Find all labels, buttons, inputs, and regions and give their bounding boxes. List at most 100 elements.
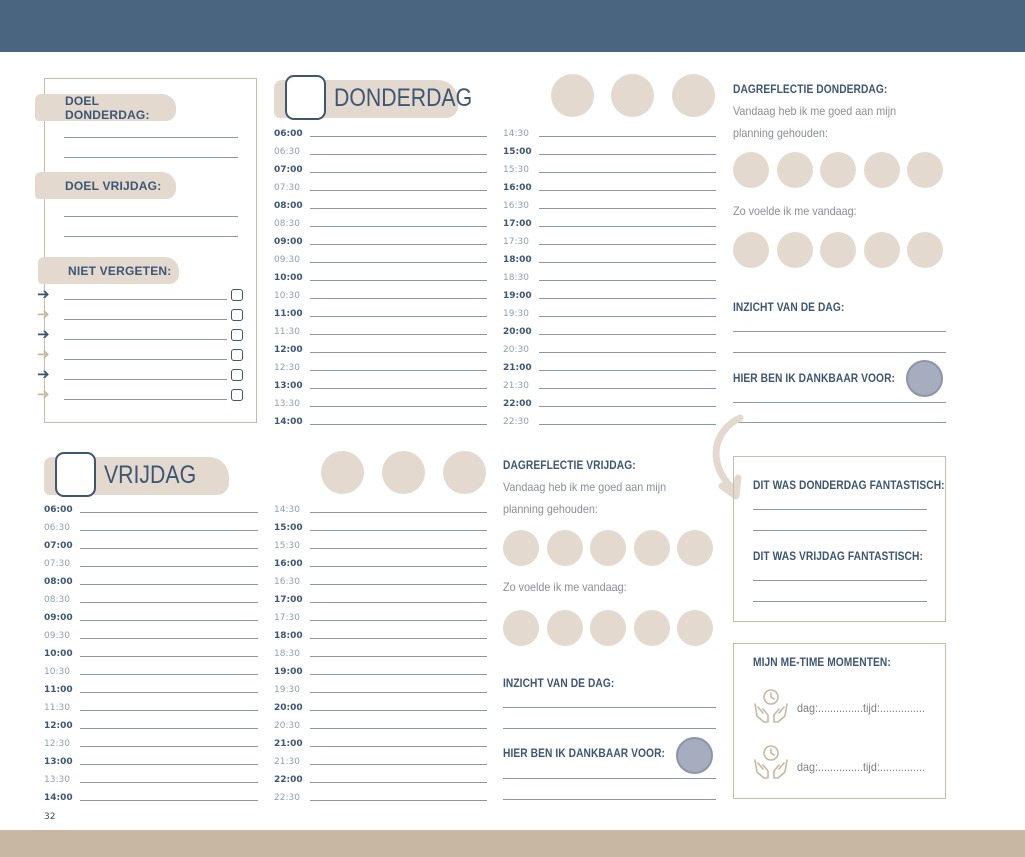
- todo-line[interactable]: [64, 319, 227, 320]
- friday-planning-rating-circle[interactable]: [677, 530, 713, 566]
- friday-planning-rating-circle[interactable]: [546, 530, 583, 566]
- thursday-time-row[interactable]: 15:00: [503, 141, 716, 159]
- thursday-time-row[interactable]: 12:30: [274, 357, 487, 375]
- friday-time-row[interactable]: 21:30: [274, 751, 487, 769]
- friday-time-line[interactable]: [310, 548, 487, 549]
- thursday-planning-rating-circle[interactable]: [863, 152, 900, 188]
- goal-friday-line[interactable]: [64, 236, 238, 237]
- thursday-time-row[interactable]: 15:30: [503, 159, 716, 177]
- friday-time-row[interactable]: 16:00: [274, 553, 487, 571]
- thursday-time-line[interactable]: [310, 172, 487, 173]
- friday-planning-rating-circle[interactable]: [503, 530, 539, 566]
- friday-time-line[interactable]: [80, 656, 258, 657]
- todo-line[interactable]: [64, 399, 227, 400]
- friday-top-circle[interactable]: [382, 451, 425, 494]
- thursday-time-line[interactable]: [310, 406, 487, 407]
- thursday-time-line[interactable]: [539, 388, 716, 389]
- thursday-time-row[interactable]: 12:00: [274, 339, 487, 357]
- todo-checkbox[interactable]: [231, 289, 243, 301]
- thursday-time-line[interactable]: [310, 244, 487, 245]
- friday-time-row[interactable]: 09:30: [44, 625, 258, 643]
- friday-time-row[interactable]: 06:30: [44, 517, 258, 535]
- thursday-top-circle[interactable]: [672, 74, 715, 117]
- thursday-time-line[interactable]: [310, 370, 487, 371]
- friday-time-line[interactable]: [310, 800, 487, 801]
- thursday-time-row[interactable]: 06:30: [274, 141, 487, 159]
- friday-time-line[interactable]: [80, 692, 258, 693]
- metime-row-1[interactable]: dag:...............tijd:...............: [797, 701, 925, 715]
- thursday-time-line[interactable]: [539, 244, 716, 245]
- friday-time-line[interactable]: [310, 674, 487, 675]
- thursday-time-line[interactable]: [539, 136, 716, 137]
- thursday-time-row[interactable]: 13:30: [274, 393, 487, 411]
- friday-grateful-line[interactable]: [503, 778, 716, 779]
- friday-mood-rating-circle[interactable]: [633, 610, 670, 646]
- thursday-time-line[interactable]: [310, 298, 487, 299]
- friday-time-line[interactable]: [310, 584, 487, 585]
- friday-time-row[interactable]: 11:00: [44, 679, 258, 697]
- fantastic-friday-line[interactable]: [753, 580, 927, 581]
- friday-time-row[interactable]: 14:00: [44, 787, 258, 805]
- thursday-time-line[interactable]: [310, 334, 487, 335]
- friday-time-row[interactable]: 18:00: [274, 625, 487, 643]
- thursday-mood-rating-circle[interactable]: [776, 232, 813, 268]
- friday-time-line[interactable]: [80, 674, 258, 675]
- thursday-planning-rating-circle[interactable]: [733, 152, 769, 188]
- friday-time-row[interactable]: 12:30: [44, 733, 258, 751]
- friday-time-line[interactable]: [80, 530, 258, 531]
- friday-time-line[interactable]: [310, 764, 487, 765]
- friday-mood-rating-circle[interactable]: [677, 610, 713, 646]
- thursday-time-row[interactable]: 11:30: [274, 321, 487, 339]
- thursday-time-row[interactable]: 18:30: [503, 267, 716, 285]
- todo-line[interactable]: [64, 339, 227, 340]
- thursday-time-row[interactable]: 19:00: [503, 285, 716, 303]
- friday-time-row[interactable]: 19:00: [274, 661, 487, 679]
- friday-time-row[interactable]: 09:00: [44, 607, 258, 625]
- thursday-time-row[interactable]: 06:00: [274, 123, 487, 141]
- friday-time-row[interactable]: 07:30: [44, 553, 258, 571]
- friday-time-line[interactable]: [80, 602, 258, 603]
- thursday-time-line[interactable]: [539, 316, 716, 317]
- friday-time-row[interactable]: 17:00: [274, 589, 487, 607]
- thursday-time-row[interactable]: 07:00: [274, 159, 487, 177]
- friday-time-row[interactable]: 19:30: [274, 679, 487, 697]
- friday-time-row[interactable]: 08:00: [44, 571, 258, 589]
- friday-time-line[interactable]: [310, 566, 487, 567]
- thursday-time-row[interactable]: 22:30: [503, 411, 716, 429]
- thursday-time-line[interactable]: [539, 424, 716, 425]
- friday-time-row[interactable]: 10:00: [44, 643, 258, 661]
- friday-time-line[interactable]: [310, 710, 487, 711]
- todo-checkbox[interactable]: [231, 389, 243, 401]
- friday-time-row[interactable]: 17:30: [274, 607, 487, 625]
- friday-time-line[interactable]: [310, 782, 487, 783]
- thursday-time-line[interactable]: [539, 334, 716, 335]
- friday-time-row[interactable]: 08:30: [44, 589, 258, 607]
- friday-time-line[interactable]: [80, 512, 258, 513]
- thursday-insight-line[interactable]: [733, 331, 946, 332]
- thursday-time-line[interactable]: [539, 226, 716, 227]
- thursday-time-line[interactable]: [310, 388, 487, 389]
- friday-mood-rating-circle[interactable]: [503, 610, 539, 646]
- friday-time-row[interactable]: 07:00: [44, 535, 258, 553]
- thursday-time-row[interactable]: 10:30: [274, 285, 487, 303]
- friday-time-row[interactable]: 15:00: [274, 517, 487, 535]
- friday-time-row[interactable]: 06:00: [44, 499, 258, 517]
- friday-top-circle[interactable]: [443, 451, 486, 494]
- friday-insight-line[interactable]: [503, 728, 716, 729]
- thursday-time-line[interactable]: [539, 190, 716, 191]
- friday-grateful-line[interactable]: [503, 799, 716, 800]
- metime-row-2[interactable]: dag:...............tijd:...............: [797, 760, 925, 774]
- thursday-grateful-line[interactable]: [733, 402, 946, 403]
- fantastic-thursday-line[interactable]: [753, 530, 927, 531]
- thursday-time-row[interactable]: 08:00: [274, 195, 487, 213]
- thursday-mood-rating-circle[interactable]: [907, 232, 943, 268]
- friday-time-line[interactable]: [80, 800, 258, 801]
- thursday-time-row[interactable]: 21:00: [503, 357, 716, 375]
- friday-top-circle[interactable]: [321, 451, 364, 494]
- friday-time-line[interactable]: [310, 746, 487, 747]
- thursday-planning-rating-circle[interactable]: [907, 152, 943, 188]
- friday-time-line[interactable]: [310, 728, 487, 729]
- friday-time-line[interactable]: [310, 638, 487, 639]
- friday-time-line[interactable]: [80, 782, 258, 783]
- friday-mood-rating-circle[interactable]: [546, 610, 583, 646]
